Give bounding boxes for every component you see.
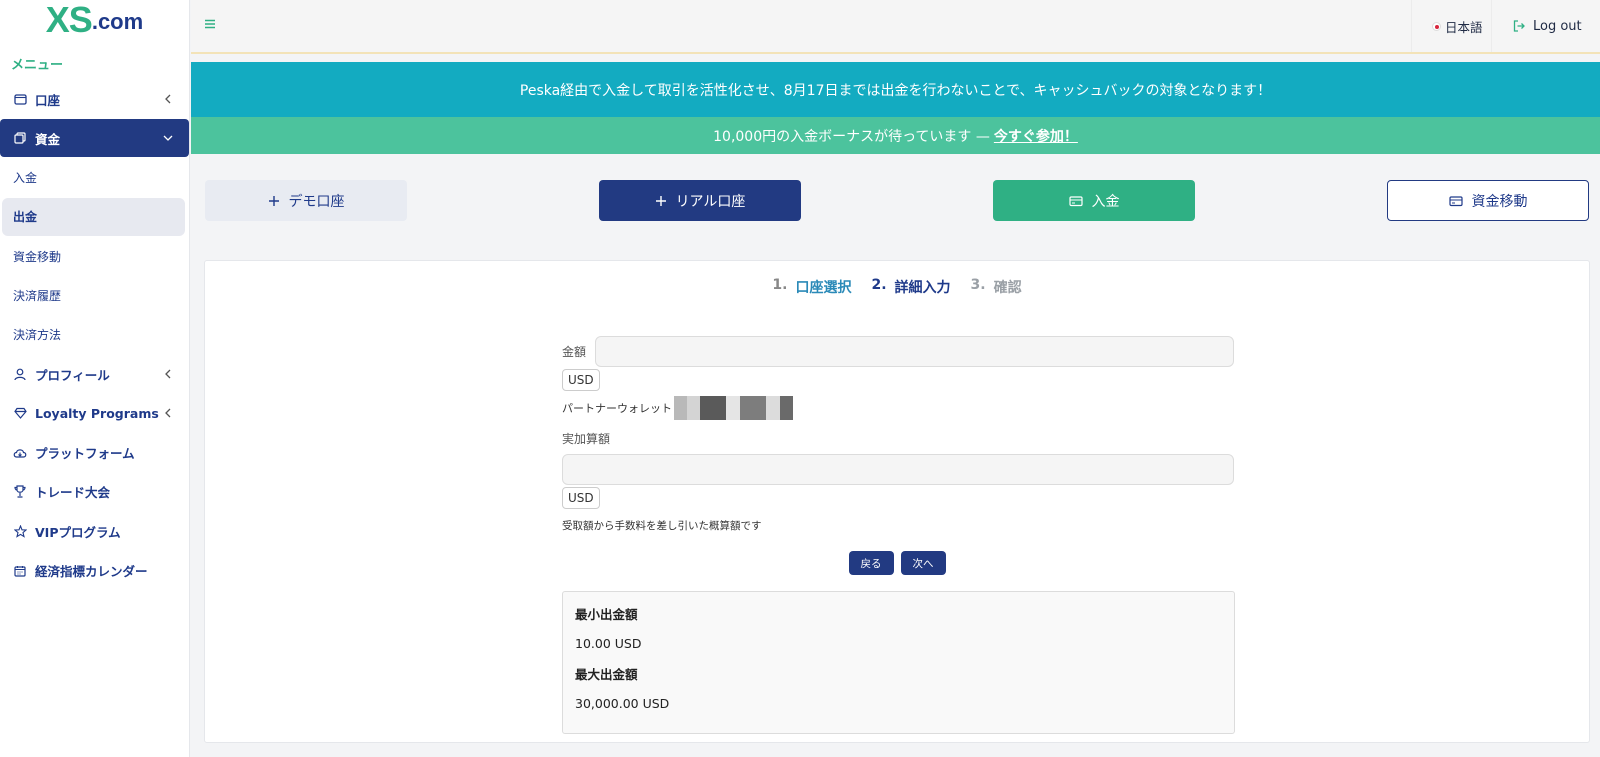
hamburger-menu-icon[interactable] [203, 17, 217, 31]
amount-label: 金額 [562, 345, 587, 359]
language-label: 日本語 [1445, 19, 1483, 35]
step-label: 確認 [993, 280, 1022, 296]
demo-account-label: デモ口座 [288, 193, 345, 210]
sidebar-item-funds[interactable]: 資金 [0, 119, 189, 158]
sidebar-item-loyalty[interactable]: Loyalty Programs [0, 394, 189, 432]
user-icon [13, 367, 27, 381]
withdraw-form: 金額 USD パートナーウォレット 実加算額 USD 受取額から手数料を差し引い… [562, 336, 1234, 533]
step-number: 1. [772, 277, 788, 293]
plus-icon [268, 195, 279, 206]
plus-icon [655, 195, 666, 206]
logout-button[interactable]: Log out [1491, 0, 1582, 52]
bonus-text: 10,000円の入金ボーナスが待っています — [713, 128, 990, 145]
sidebar-item-label: VIPプログラム [35, 524, 121, 540]
sidebar-item-calendar[interactable]: 経済指標カレンダー [0, 552, 189, 590]
chevron-down-icon [163, 135, 173, 142]
money-icon [13, 131, 27, 145]
menu-title: メニュー [11, 58, 64, 73]
stepper: 1. 口座選択 2. 詳細入力 3. 確認 [205, 277, 1589, 297]
step-confirm: 3. 確認 [971, 277, 1022, 297]
amount-input[interactable] [595, 336, 1234, 367]
sidebar-subitem-withdraw[interactable]: 出金 [2, 197, 185, 236]
deposit-button[interactable]: 入金 [993, 180, 1195, 221]
actual-amount-label: 実加算額 [562, 432, 611, 446]
partner-wallet-label: パートナーウォレット [562, 402, 672, 415]
join-now-link[interactable]: 今すぐ参加！ [994, 126, 1078, 146]
sidebar-item-trade-contest[interactable]: トレード大会 [0, 473, 189, 511]
sidebar-subitem-deposit[interactable]: 入金 [0, 159, 189, 197]
step-label: 口座選択 [795, 280, 852, 296]
sidebar-item-label: トレード大会 [35, 485, 111, 501]
wallet-icon [13, 92, 27, 106]
sidebar-item-label: 資金 [35, 131, 61, 147]
real-account-label: リアル口座 [675, 193, 746, 210]
min-withdraw-label: 最小出金額 [575, 607, 638, 622]
sidebar-item-vip[interactable]: VIPプログラム [0, 512, 189, 550]
step-select-account[interactable]: 1. 口座選択 [772, 277, 851, 297]
promo-banner: Peska経由で入金して取引を活性化させ、8月17日までは出金を行わないことで、… [191, 62, 1600, 117]
star-icon [13, 524, 27, 538]
transfer-button[interactable]: 資金移動 [1387, 180, 1589, 221]
max-withdraw-label: 最大出金額 [575, 667, 638, 682]
sidebar-item-account[interactable]: 口座 [0, 80, 189, 118]
logout-label: Log out [1533, 18, 1582, 34]
step-details: 2. 詳細入力 [871, 277, 950, 297]
bonus-banner: 10,000円の入金ボーナスが待っています — 今すぐ参加！ [191, 117, 1600, 154]
sidebar-subitem-transfer[interactable]: 資金移動 [0, 237, 189, 275]
sidebar-item-platform[interactable]: プラットフォーム [0, 434, 189, 472]
logo-suffix: .com [91, 9, 144, 34]
logo-main: XS [45, 0, 93, 40]
trophy-icon [13, 485, 27, 499]
chevron-left-icon [165, 94, 171, 104]
cloud-download-icon [13, 446, 27, 460]
sidebar-item-label: 口座 [35, 92, 61, 108]
demo-account-button[interactable]: デモ口座 [205, 180, 407, 221]
sidebar-item-label: Loyalty Programs [35, 405, 159, 421]
real-account-button[interactable]: リアル口座 [599, 180, 801, 221]
actual-currency-badge: USD [562, 487, 600, 509]
withdraw-card: 1. 口座選択 2. 詳細入力 3. 確認 金額 USD パートナーウォレット [204, 260, 1590, 743]
actual-amount-input[interactable] [562, 454, 1234, 485]
sidebar-item-label: プロフィール [35, 367, 110, 383]
step-number: 3. [970, 277, 986, 293]
step-number: 2. [871, 277, 887, 293]
chevron-left-icon [165, 369, 171, 379]
sidebar-item-profile[interactable]: プロフィール [0, 355, 189, 393]
back-button[interactable]: 戻る [848, 551, 894, 575]
card-icon [1068, 195, 1083, 206]
max-withdraw-value: 30,000.00 USD [575, 696, 670, 711]
withdraw-limits-box: 最小出金額 10.00 USD 最大出金額 30,000.00 USD [562, 591, 1235, 734]
japan-flag-icon [1432, 21, 1441, 31]
chevron-left-icon [165, 408, 171, 418]
step-label: 詳細入力 [894, 280, 951, 296]
fee-note: 受取額から手数料を差し引いた概算額です [562, 520, 762, 532]
calendar-icon [13, 564, 27, 578]
redacted-wallet-id [674, 396, 793, 420]
amount-currency-badge: USD [562, 369, 600, 391]
sidebar-item-label: 経済指標カレンダー [35, 564, 148, 580]
deposit-label: 入金 [1091, 193, 1120, 210]
xs-logo[interactable]: XS .com [0, 0, 189, 48]
next-button[interactable]: 次へ [900, 551, 946, 575]
logout-icon [1513, 20, 1525, 32]
card-icon [1448, 195, 1463, 206]
min-withdraw-value: 10.00 USD [575, 636, 642, 651]
top-header: 日本語 Log out [191, 0, 1600, 54]
sidebar-subitem-history[interactable]: 決済履歴 [0, 276, 189, 314]
language-selector[interactable]: 日本語 [1411, 0, 1483, 52]
diamond-icon [13, 406, 27, 420]
form-nav-buttons: 戻る 次へ [205, 551, 1589, 575]
promo-text: Peska経由で入金して取引を活性化させ、8月17日までは出金を行わないことで、… [519, 82, 1272, 99]
partner-wallet-row: パートナーウォレット [562, 396, 1234, 420]
sidebar-subitem-methods[interactable]: 決済方法 [0, 316, 189, 354]
transfer-label: 資金移動 [1471, 193, 1528, 210]
sidebar: XS .com メニュー 口座 資金 入金 出金 資金移動 決済履歴 決済方法 プ… [0, 0, 190, 757]
sidebar-item-label: プラットフォーム [35, 446, 135, 462]
